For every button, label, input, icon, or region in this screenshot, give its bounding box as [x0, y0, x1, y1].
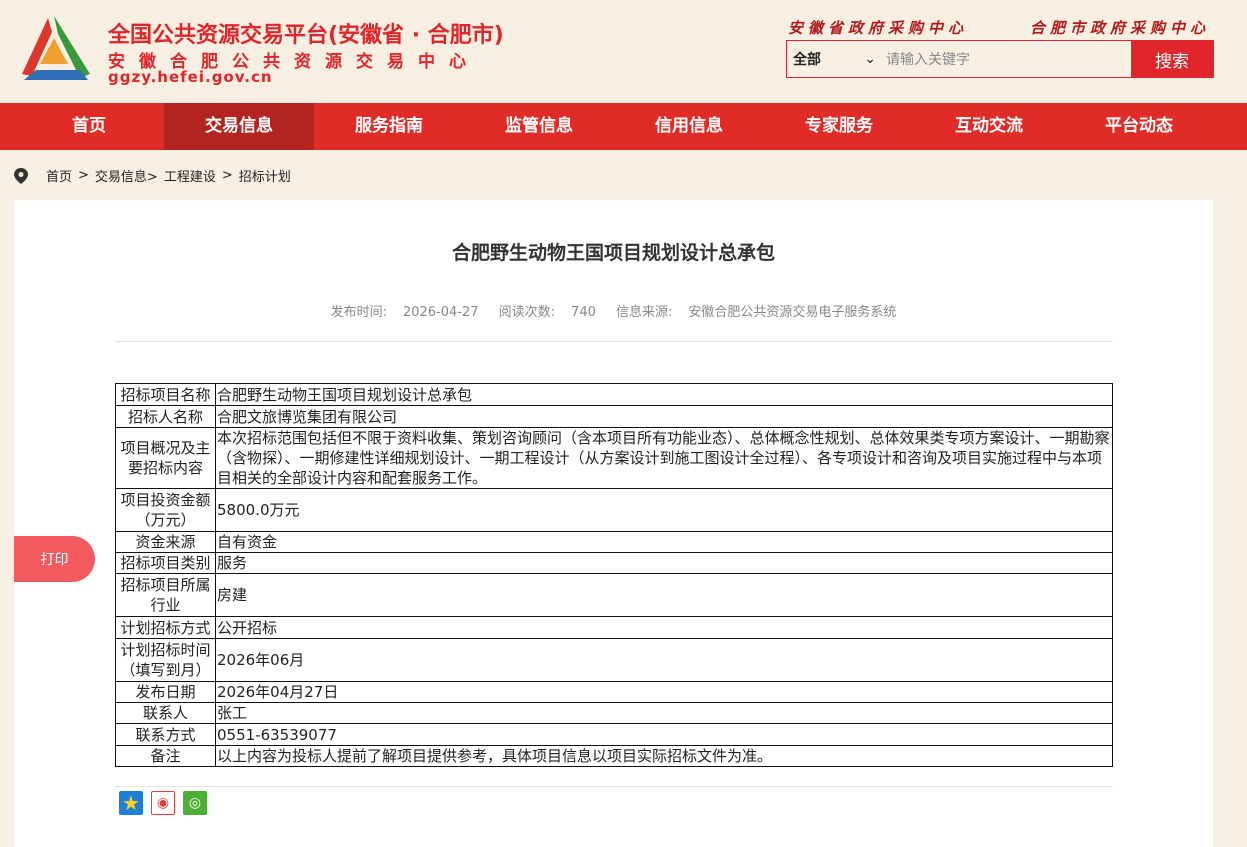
row-label: 备注	[115, 745, 216, 767]
row-value: 2026年04月27日	[215, 681, 1113, 703]
row-value: 服务	[215, 552, 1113, 574]
source-label: 信息来源:	[616, 305, 673, 320]
divider	[115, 786, 1113, 787]
nav-platform-news[interactable]: 平台动态	[1064, 103, 1214, 150]
crumb-sep: >	[78, 168, 89, 183]
nav-trade-info[interactable]: 交易信息	[164, 103, 314, 150]
article-meta: 发布时间: 2026-04-27 阅读次数: 740 信息来源: 安徽合肥公共资源交易…	[14, 301, 1213, 320]
row-value: 2026年06月	[215, 638, 1113, 682]
location-pin-icon	[14, 167, 28, 184]
table-row: 计划招标时间（填写到月） 2026年06月	[115, 638, 1113, 682]
views-label: 阅读次数:	[498, 305, 556, 320]
row-label: 联系人	[115, 702, 216, 724]
search-button[interactable]: 搜索	[1131, 41, 1213, 77]
scope-select[interactable]: 全部 ⌄	[787, 41, 882, 77]
table-row: 招标人名称 合肥文旅博览集团有限公司	[115, 405, 1113, 428]
crumb-sep: >	[221, 168, 233, 183]
table-row: 项目概况及主要招标内容 本次招标范围包括但不限于资料收集、策划咨询顾问（含本项目所…	[115, 427, 1113, 489]
link-anhui-procurement[interactable]: 安徽省政府采购中心	[788, 17, 968, 38]
nav-home[interactable]: 首页	[14, 103, 164, 150]
row-value: 房建	[215, 573, 1113, 617]
crumb-trade-info[interactable]: 交易信息>	[95, 166, 158, 185]
nav-expert[interactable]: 专家服务	[764, 103, 914, 150]
article-title: 合肥野生动物王国项目规划设计总承包	[451, 242, 775, 264]
row-label: 项目投资金额（万元）	[115, 488, 216, 532]
logo-icon	[22, 16, 90, 80]
crumb-home[interactable]: 首页	[46, 166, 72, 185]
table-row: 联系方式 0551-63539077	[115, 723, 1113, 746]
table-row: 计划招标方式 公开招标	[115, 616, 1113, 639]
share-bar: ★ ◉ ◎	[119, 791, 207, 815]
publish-label: 发布时间:	[330, 305, 387, 320]
print-button[interactable]: 打印	[14, 536, 95, 582]
row-value: 5800.0万元	[215, 488, 1113, 532]
crumb-engineering[interactable]: 工程建设	[164, 166, 216, 185]
nav-supervision[interactable]: 监管信息	[464, 103, 614, 150]
table-row: 招标项目类别 服务	[115, 552, 1113, 574]
info-table: 招标项目名称 合肥野生动物王国项目规划设计总承包 招标人名称 合肥文旅博览集团有限公…	[115, 383, 1113, 767]
row-value: 自有资金	[215, 531, 1113, 553]
row-value: 张工	[215, 702, 1113, 724]
main-nav: 首页 交易信息 服务指南 监管信息 信用信息 专家服务 互动交流 平台动态	[0, 103, 1247, 150]
row-label: 招标项目所属行业	[115, 573, 216, 617]
row-value: 公开招标	[215, 616, 1113, 639]
row-label: 招标项目类别	[115, 552, 216, 574]
divider	[115, 341, 1113, 342]
views-count: 740	[571, 305, 596, 320]
breadcrumb: 首页 > 交易信息> 工程建设 > 招标计划	[14, 166, 291, 185]
table-row: 联系人 张工	[115, 702, 1113, 724]
search-bar: 全部 ⌄ 搜索	[786, 40, 1214, 78]
site-domain: ggzy.hefei.gov.cn	[108, 68, 273, 86]
link-hefei-procurement[interactable]: 合肥市政府采购中心	[1030, 17, 1210, 38]
row-label: 发布日期	[115, 681, 216, 703]
row-label: 计划招标方式	[115, 616, 216, 639]
row-label: 联系方式	[115, 723, 216, 746]
scope-value: 全部	[793, 52, 821, 68]
nav-interaction[interactable]: 互动交流	[914, 103, 1064, 150]
row-label: 资金来源	[115, 531, 216, 553]
chevron-down-icon: ⌄	[864, 51, 876, 67]
row-value: 合肥文旅博览集团有限公司	[215, 405, 1113, 428]
row-label: 计划招标时间（填写到月）	[115, 638, 216, 682]
weibo-share-icon[interactable]: ◉	[151, 791, 175, 815]
publish-date: 2026-04-27	[402, 305, 479, 320]
article-panel: 合肥野生动物王国项目规划设计总承包 发布时间: 2026-04-27 阅读次数: 7…	[14, 200, 1213, 847]
search-input[interactable]	[882, 41, 1131, 77]
source-value: 安徽合肥公共资源交易电子服务系统	[688, 305, 897, 320]
table-row: 招标项目名称 合肥野生动物王国项目规划设计总承包	[115, 383, 1113, 406]
row-value: 合肥野生动物王国项目规划设计总承包	[215, 383, 1113, 406]
row-label: 招标项目名称	[115, 383, 216, 406]
table-row: 发布日期 2026年04月27日	[115, 681, 1113, 703]
table-row: 招标项目所属行业 房建	[115, 573, 1113, 617]
header: 全国公共资源交易平台(安徽省 · 合肥市) 安徽合肥公共资源交易中心 ggzy.…	[0, 0, 1247, 103]
crumb-bid-plan[interactable]: 招标计划	[239, 166, 291, 185]
row-value: 0551-63539077	[215, 723, 1113, 746]
row-label: 招标人名称	[115, 405, 216, 428]
row-value: 本次招标范围包括但不限于资料收集、策划咨询顾问（含本项目所有功能业态）、总体概念…	[215, 427, 1113, 489]
nav-service-guide[interactable]: 服务指南	[314, 103, 464, 150]
nav-credit[interactable]: 信用信息	[614, 103, 764, 150]
row-value: 以上内容为投标人提前了解项目提供参考，具体项目信息以项目实际招标文件为准。	[215, 745, 1113, 767]
table-row: 资金来源 自有资金	[115, 531, 1113, 553]
table-row: 备注 以上内容为投标人提前了解项目提供参考，具体项目信息以项目实际招标文件为准。	[115, 745, 1113, 767]
wechat-share-icon[interactable]: ◎	[183, 791, 207, 815]
site-title: 全国公共资源交易平台(安徽省 · 合肥市)	[108, 23, 504, 48]
table-row: 项目投资金额（万元） 5800.0万元	[115, 488, 1113, 532]
qzone-share-icon[interactable]: ★	[119, 791, 143, 815]
row-label: 项目概况及主要招标内容	[115, 427, 216, 489]
